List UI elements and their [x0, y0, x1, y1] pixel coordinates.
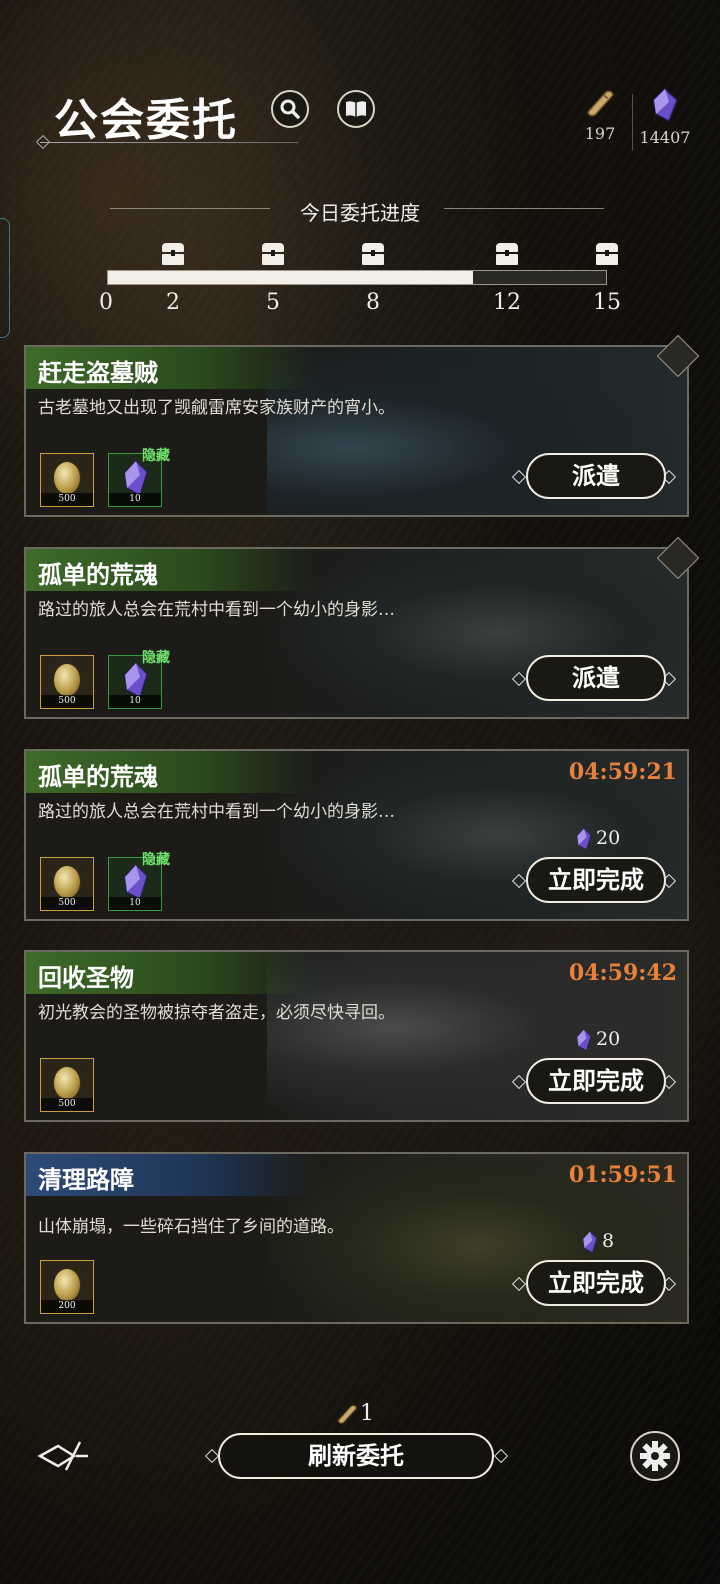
crystal-icon — [582, 1231, 598, 1253]
gold-coin-icon — [53, 1066, 81, 1100]
chest-icon[interactable] — [262, 243, 284, 265]
complete-now-button[interactable]: 立即完成 — [526, 857, 666, 903]
reward-amount: 500 — [41, 1098, 93, 1111]
back-icon[interactable] — [36, 1440, 92, 1472]
chest-icon[interactable] — [162, 243, 184, 265]
crystal-count: 14407 — [639, 128, 691, 147]
quest-card: 孤单的荒魂 04:59:21 路过的旅人总会在荒村中看到一个幼小的身影… 500… — [24, 749, 689, 921]
quest-timer: 04:59:42 — [568, 960, 677, 986]
crystal-icon — [124, 460, 148, 496]
crystal-icon — [124, 864, 148, 900]
crystal-icon — [653, 88, 678, 122]
progress-bar — [107, 270, 607, 285]
quest-title: 回收圣物 — [38, 963, 134, 992]
dispatch-button[interactable]: 派遣 — [526, 453, 666, 499]
progress-tick: 5 — [266, 290, 280, 315]
crystal-currency: 14407 — [638, 88, 692, 147]
quest-description: 初光教会的圣物被掠夺者盗走，必须尽快寻回。 — [38, 1003, 395, 1023]
crystal-icon — [576, 1029, 592, 1051]
gold-coin-icon — [53, 663, 81, 697]
book-icon — [346, 101, 366, 117]
reward-amount: 500 — [41, 695, 93, 708]
progress-tick: 8 — [366, 290, 380, 315]
scroll-currency: 197 — [580, 88, 620, 143]
progress-tick: 0 — [99, 290, 113, 315]
hidden-reward-tag: 隐藏 — [142, 650, 170, 666]
gold-coin-icon — [53, 865, 81, 899]
chest-icon[interactable] — [362, 243, 384, 265]
complete-cost: 20 — [576, 827, 620, 850]
progress-label: 今日委托进度 — [300, 201, 420, 225]
quest-timer: 04:59:21 — [568, 759, 677, 785]
refresh-cost-amount: 1 — [360, 1401, 374, 1426]
complete-now-button[interactable]: 立即完成 — [526, 1058, 666, 1104]
page-title: 公会委托 — [54, 95, 238, 146]
reward-amount: 10 — [109, 493, 161, 506]
complete-cost: 20 — [576, 1028, 620, 1051]
quest-title: 孤单的荒魂 — [38, 560, 158, 589]
reward-gold[interactable]: 200 — [40, 1260, 94, 1314]
crystal-icon — [576, 828, 592, 850]
gold-coin-icon — [53, 461, 81, 495]
dispatch-button[interactable]: 派遣 — [526, 655, 666, 701]
quest-card: 赶走盗墓贼 古老墓地又出现了觊觎雷席安家族财产的宵小。 500 10 隐藏 派遣 — [24, 345, 689, 517]
complete-cost: 8 — [582, 1230, 614, 1253]
currency-divider — [632, 94, 633, 150]
quest-title: 赶走盗墓贼 — [38, 358, 158, 387]
progress-tick: 2 — [166, 290, 180, 315]
refresh-cost: 1 — [334, 1401, 374, 1426]
progress-fill — [108, 271, 474, 284]
reward-gold[interactable]: 500 — [40, 857, 94, 911]
reward-amount: 200 — [41, 1300, 93, 1313]
chest-icon[interactable] — [596, 243, 618, 265]
reward-gold[interactable]: 500 — [40, 1058, 94, 1112]
scroll-icon — [587, 90, 614, 117]
hidden-reward-tag: 隐藏 — [142, 852, 170, 868]
reward-gold[interactable]: 500 — [40, 655, 94, 709]
reward-amount: 10 — [109, 897, 161, 910]
search-icon — [280, 99, 300, 119]
reward-amount: 500 — [41, 897, 93, 910]
title-underline — [40, 142, 298, 143]
gear-icon — [640, 1441, 670, 1471]
quest-card: 清理路障 01:59:51 山体崩塌，一些碎石挡住了乡间的道路。 200 8 立… — [24, 1152, 689, 1324]
progress-tick: 12 — [493, 290, 521, 315]
quest-title: 孤单的荒魂 — [38, 762, 158, 791]
guide-button[interactable] — [337, 90, 375, 128]
quest-card: 孤单的荒魂 路过的旅人总会在荒村中看到一个幼小的身影… 500 10 隐藏 派遣 — [24, 547, 689, 719]
refresh-quests-button[interactable]: 刷新委托 — [218, 1433, 494, 1479]
gold-coin-icon — [53, 1268, 81, 1302]
cost-amount: 8 — [602, 1230, 615, 1252]
reward-amount: 500 — [41, 493, 93, 506]
scroll-icon — [337, 1405, 357, 1424]
crystal-icon — [124, 662, 148, 698]
hidden-reward-tag: 隐藏 — [142, 448, 170, 464]
quest-timer: 01:59:51 — [568, 1162, 677, 1188]
quest-description: 路过的旅人总会在荒村中看到一个幼小的身影… — [38, 600, 395, 620]
cost-amount: 20 — [596, 1028, 621, 1050]
complete-now-button[interactable]: 立即完成 — [526, 1260, 666, 1306]
quest-card: 回收圣物 04:59:42 初光教会的圣物被掠夺者盗走，必须尽快寻回。 500 … — [24, 950, 689, 1122]
scroll-count: 197 — [584, 124, 616, 143]
settings-button[interactable] — [630, 1431, 680, 1481]
quest-description: 山体崩塌，一些碎石挡住了乡间的道路。 — [38, 1217, 344, 1237]
quest-title: 清理路障 — [38, 1165, 134, 1194]
cost-amount: 20 — [596, 827, 621, 849]
quest-description: 古老墓地又出现了觊觎雷席安家族财产的宵小。 — [38, 398, 395, 418]
chest-icon[interactable] — [496, 243, 518, 265]
reward-amount: 10 — [109, 695, 161, 708]
reward-gold[interactable]: 500 — [40, 453, 94, 507]
side-tab[interactable] — [0, 218, 10, 338]
progress-tick: 15 — [593, 290, 621, 315]
search-button[interactable] — [271, 90, 309, 128]
quest-description: 路过的旅人总会在荒村中看到一个幼小的身影… — [38, 802, 395, 822]
